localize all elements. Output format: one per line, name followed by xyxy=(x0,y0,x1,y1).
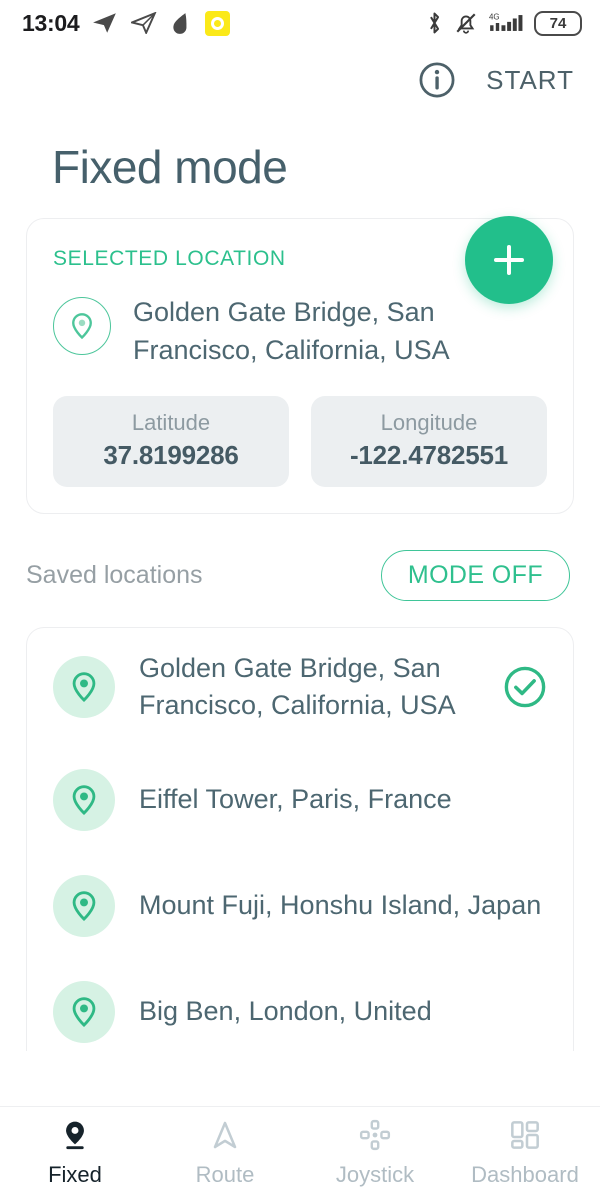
tab-joystick[interactable]: Joystick xyxy=(300,1119,450,1188)
list-item-label: Big Ben, London, United xyxy=(139,996,432,1027)
selected-location-address: Golden Gate Bridge, San Francisco, Calif… xyxy=(133,297,450,366)
page-title: Fixed mode xyxy=(52,141,288,193)
selected-location-row: Golden Gate Bridge, San Francisco, Calif… xyxy=(53,293,547,370)
joystick-dpad-icon xyxy=(359,1119,391,1156)
svg-text:4G: 4G xyxy=(489,13,500,22)
tab-joystick-label: Joystick xyxy=(335,1162,415,1187)
tab-route[interactable]: Route xyxy=(150,1119,300,1188)
longitude-value: -122.4782551 xyxy=(349,439,509,470)
saved-locations-title: Saved locations xyxy=(26,560,203,589)
list-item-label: Eiffel Tower, Paris, France xyxy=(139,784,452,815)
map-pin-filled-icon xyxy=(59,1119,91,1156)
latitude-label: Latitude xyxy=(131,409,211,435)
ink-drop-icon xyxy=(170,11,192,35)
list-item[interactable]: Golden Gate Bridge, San Francisco, Calif… xyxy=(27,628,573,748)
signal-4g-icon: 4G xyxy=(489,10,523,36)
list-item[interactable]: Big Ben, London, United xyxy=(27,959,573,1050)
check-circle-icon[interactable] xyxy=(503,665,547,709)
bluetooth-icon xyxy=(426,10,443,36)
longitude-chip: Longitude -122.4782551 xyxy=(311,395,547,487)
latitude-value: 37.8199286 xyxy=(103,439,239,470)
add-location-fab[interactable] xyxy=(465,216,553,304)
battery-indicator: 74 xyxy=(534,10,582,36)
start-button[interactable]: START xyxy=(486,65,574,96)
coordinates-row: Latitude 37.8199286 Longitude -122.47825… xyxy=(53,395,547,487)
list-item-label: Mount Fuji, Honshu Island, Japan xyxy=(139,890,542,921)
dashboard-grid-icon xyxy=(509,1119,541,1156)
map-pin-icon xyxy=(53,875,115,938)
status-bar: 13:04 4G 74 xyxy=(0,0,600,46)
status-bar-clock: 13:04 xyxy=(22,9,80,36)
bell-muted-icon xyxy=(454,10,478,36)
app-bar: START xyxy=(0,46,600,114)
saved-locations-header: Saved locations MODE OFF xyxy=(26,549,570,601)
list-item-label: Golden Gate Bridge, San Francisco, Calif… xyxy=(139,652,456,721)
list-item[interactable]: Eiffel Tower, Paris, France xyxy=(27,747,573,853)
info-circle-icon[interactable] xyxy=(418,61,456,99)
tab-fixed-label: Fixed xyxy=(48,1162,102,1187)
saved-locations-list[interactable]: Golden Gate Bridge, San Francisco, Calif… xyxy=(26,626,574,1051)
status-bar-right: 4G 74 xyxy=(426,10,582,36)
app-screen: 13:04 4G 74 START Fixed mode SELECTED LO… xyxy=(0,0,600,1200)
bottom-navigation: Fixed Route Joystick Dashboard xyxy=(0,1106,600,1200)
tab-fixed[interactable]: Fixed xyxy=(0,1119,150,1188)
yellow-recorder-icon xyxy=(205,10,231,36)
send-outline-icon xyxy=(131,12,157,34)
tab-dashboard-label: Dashboard xyxy=(471,1162,579,1187)
tab-route-label: Route xyxy=(195,1162,255,1187)
status-bar-left: 13:04 xyxy=(22,9,231,37)
tab-dashboard[interactable]: Dashboard xyxy=(450,1119,600,1188)
map-pin-icon xyxy=(53,769,115,832)
mode-toggle-button[interactable]: MODE OFF xyxy=(380,549,570,601)
latitude-chip: Latitude 37.8199286 xyxy=(53,395,289,487)
map-pin-icon xyxy=(53,981,115,1044)
map-pin-icon xyxy=(53,656,115,719)
map-pin-icon xyxy=(53,297,111,355)
longitude-label: Longitude xyxy=(380,409,478,435)
plus-icon-vertical xyxy=(507,245,511,275)
telegram-send-icon xyxy=(92,12,118,34)
navigation-arrow-icon xyxy=(209,1119,241,1156)
list-item[interactable]: Mount Fuji, Honshu Island, Japan xyxy=(27,853,573,959)
